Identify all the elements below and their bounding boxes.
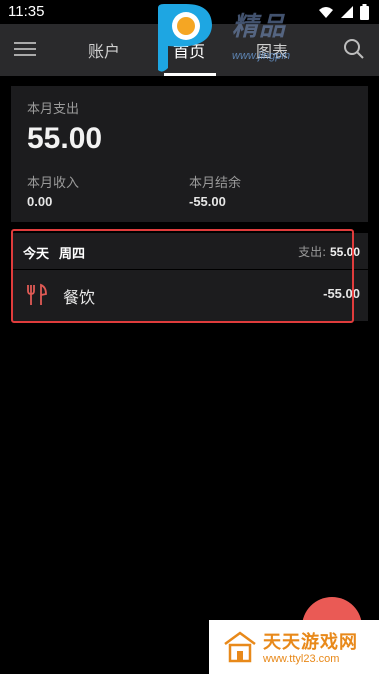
- wifi-icon: [319, 7, 333, 18]
- watermark-banner: 天天游戏网 www.ttyl23.com: [209, 620, 379, 674]
- monthly-expense-value: 55.00: [27, 122, 103, 155]
- watermark-url: www.jingpin: [232, 50, 291, 62]
- watermark-logo: [158, 4, 212, 72]
- watermark-house-icon: [224, 631, 256, 663]
- watermark-banner-name: 天天游戏网: [263, 632, 358, 653]
- status-icons: [318, 3, 369, 21]
- monthly-summary-card[interactable]: 本月支出 55.00 本月收入 0.00 本月结余 -55.00: [11, 86, 368, 222]
- monthly-income-label: 本月收入: [27, 176, 80, 191]
- monthly-balance-value: -55.00: [189, 194, 226, 209]
- monthly-balance-label: 本月结余: [189, 176, 242, 191]
- monthly-income-value: 0.00: [27, 194, 53, 209]
- highlight-frame: [11, 229, 354, 323]
- monthly-expense-label: 本月支出: [27, 102, 80, 117]
- status-time: 11:35: [8, 3, 45, 20]
- watermark-text: 精品: [232, 11, 287, 41]
- search-icon[interactable]: [343, 38, 365, 60]
- tab-accounts[interactable]: 账户: [88, 38, 120, 62]
- watermark-banner-url: www.ttyl23.com: [263, 653, 340, 665]
- battery-icon: [360, 4, 369, 20]
- menu-icon[interactable]: [14, 39, 36, 59]
- signal-icon: [341, 6, 353, 18]
